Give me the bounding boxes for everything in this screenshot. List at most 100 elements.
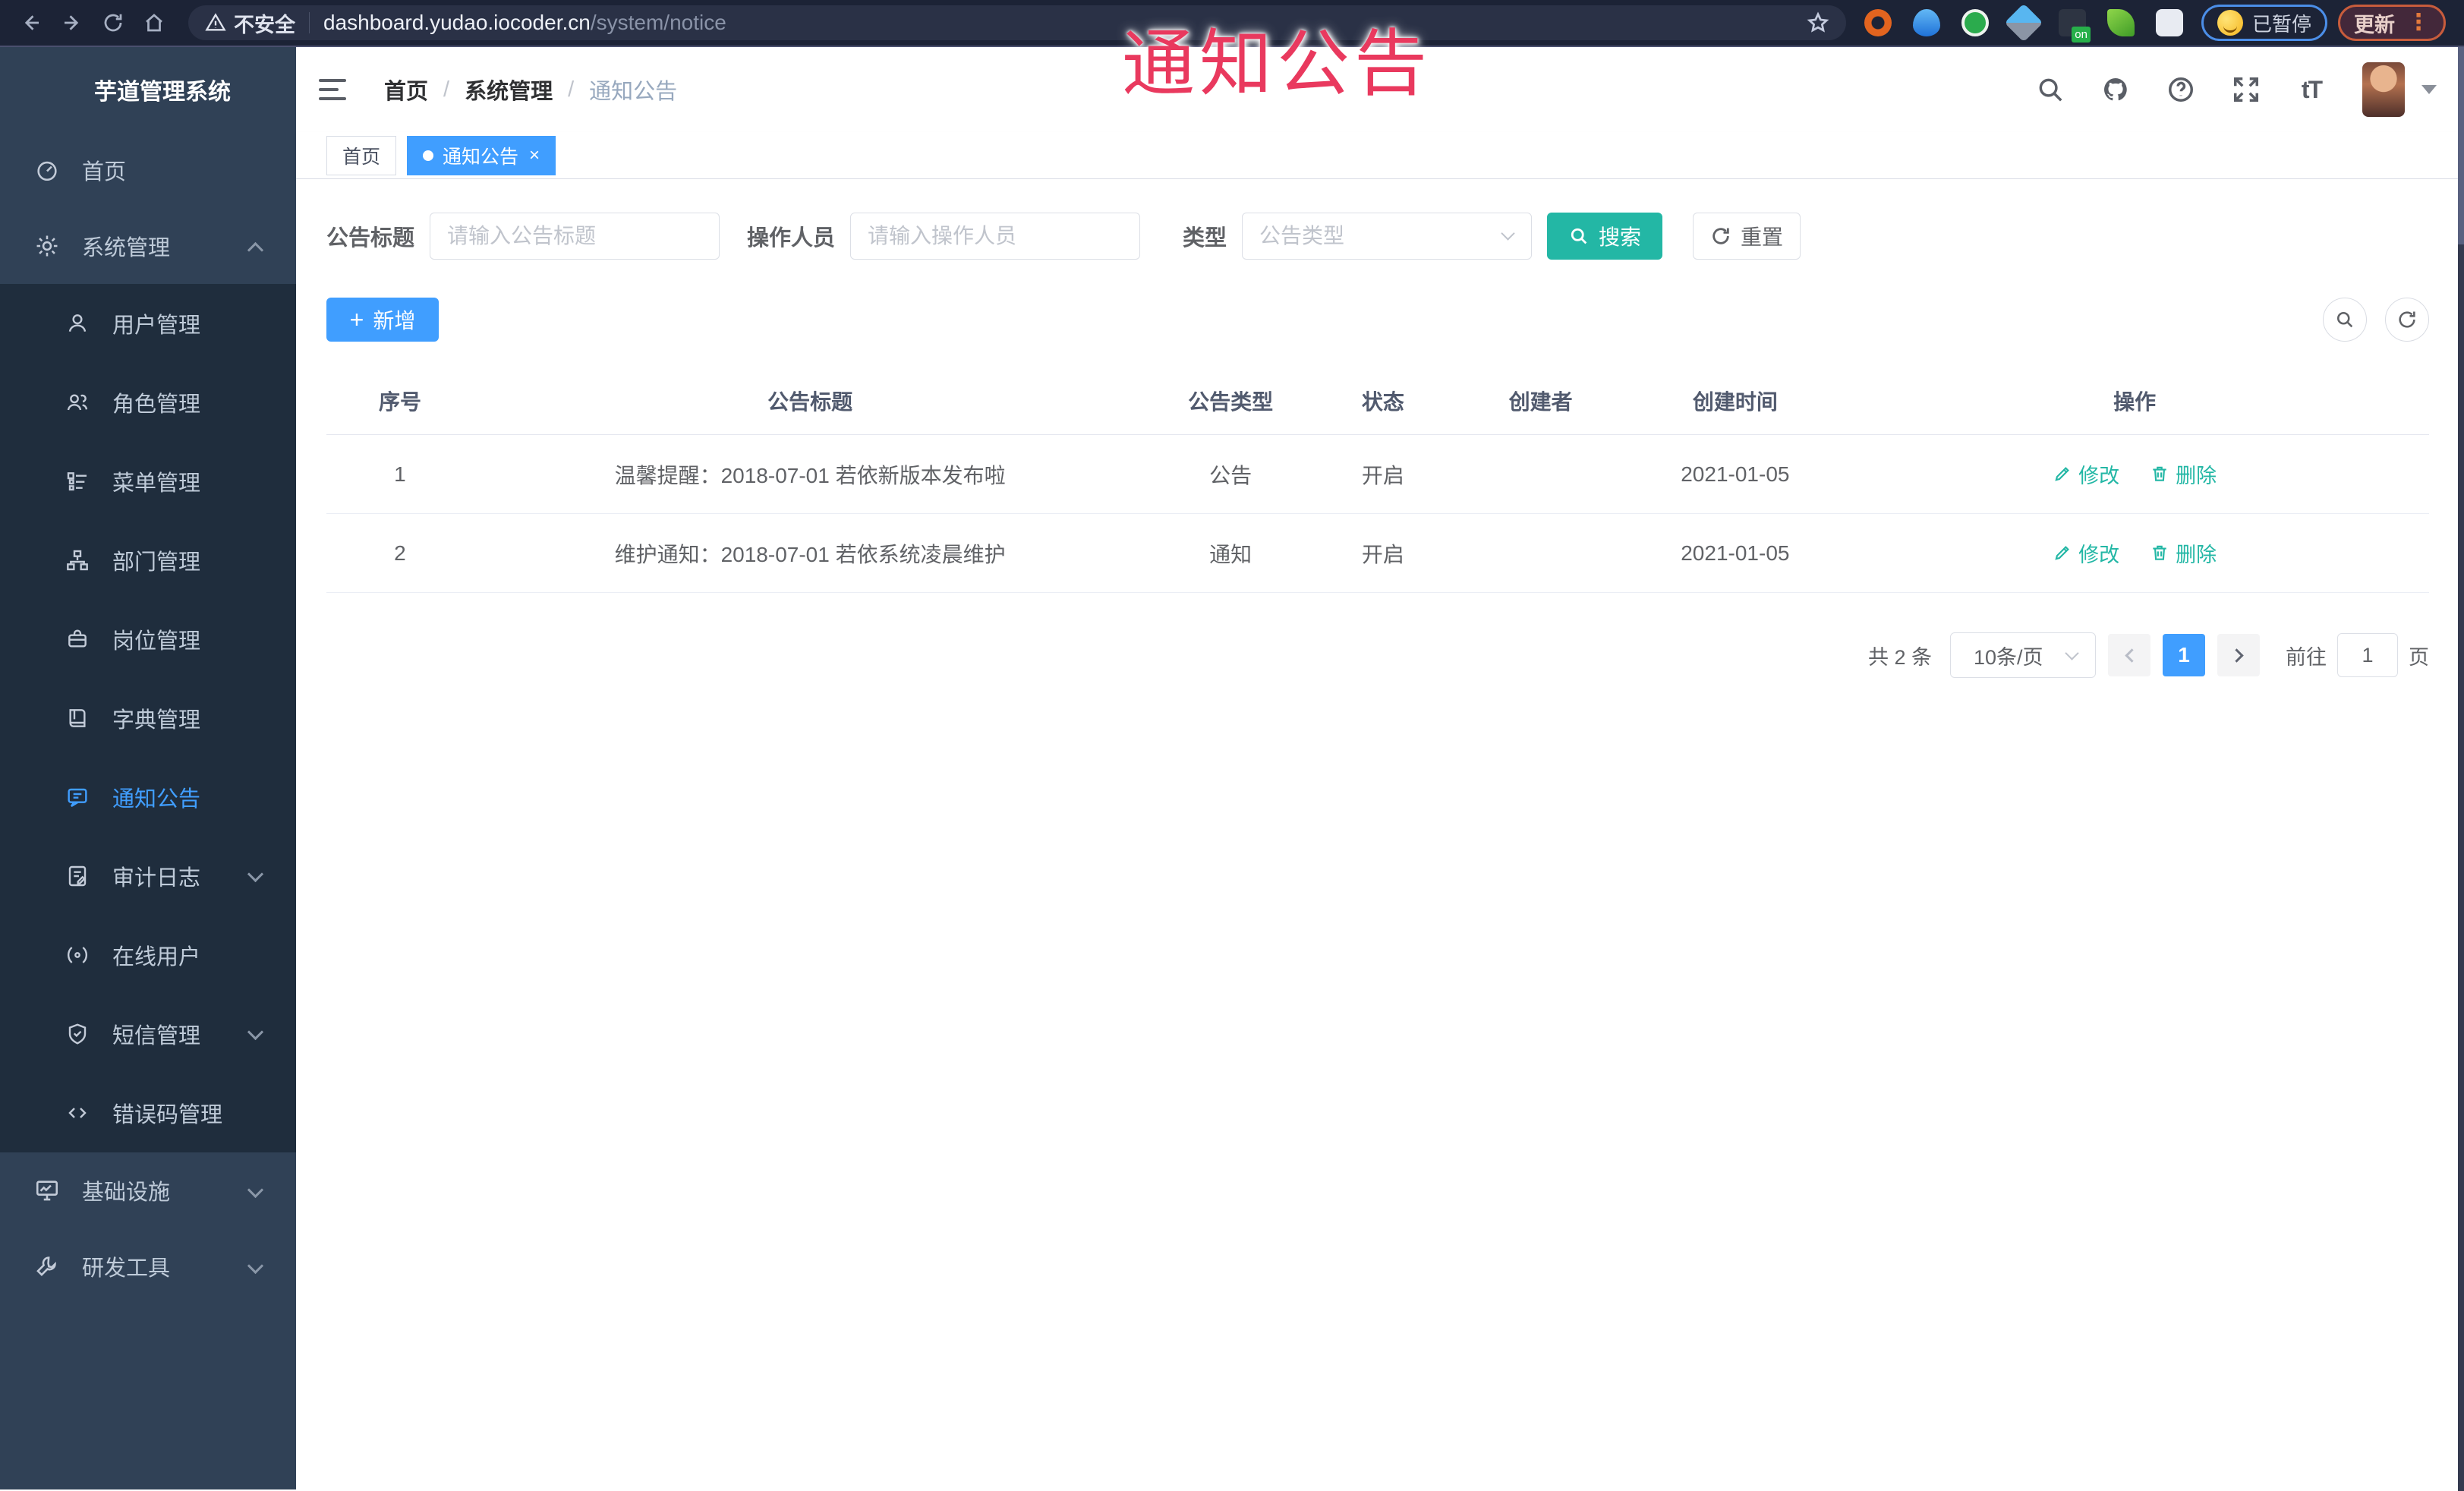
sidebar-item-label: 首页: [82, 160, 127, 184]
sidebar-item-1-7[interactable]: 审计日志: [0, 837, 296, 916]
sidebar-item-1-8[interactable]: 在线用户: [0, 916, 296, 995]
col-header-1: 公告标题: [473, 370, 1147, 435]
url-host[interactable]: dashboard.yudao.iocoder.cn: [323, 11, 591, 35]
delete-link[interactable]: 删除: [2150, 459, 2217, 489]
sidebar-item-label: 审计日志: [112, 866, 201, 891]
operator-filter-input-wrap: [850, 213, 1141, 260]
cell-create_time: 2021-01-05: [1630, 434, 1841, 514]
fullscreen-icon[interactable]: [2229, 72, 2264, 107]
kebab-menu-icon[interactable]: ⋮: [2407, 11, 2430, 33]
breadcrumb-item-2: 通知公告: [589, 80, 678, 104]
delete-link-label: 删除: [2176, 543, 2217, 566]
url-path[interactable]: /system/notice: [591, 11, 726, 35]
sidebar-item-label: 字典管理: [112, 708, 201, 733]
profile-paused-badge[interactable]: 已暂停: [2201, 5, 2327, 41]
hamburger-icon[interactable]: [319, 74, 352, 105]
extension-green-icon[interactable]: [1961, 9, 1989, 36]
monitor-icon: [32, 1177, 62, 1203]
gear-icon: [32, 233, 62, 259]
goto-page-input[interactable]: [2337, 633, 2398, 677]
home-icon[interactable]: [137, 5, 172, 40]
scrollbar-thumb[interactable]: [2458, 47, 2464, 244]
tab-0[interactable]: 首页: [326, 135, 397, 175]
sidebar-item-1-10[interactable]: 错误码管理: [0, 1073, 296, 1152]
security-warning[interactable]: 不安全: [234, 8, 295, 38]
page-size-select[interactable]: 10条/页: [1950, 632, 2096, 678]
edit-link[interactable]: 修改: [2053, 538, 2119, 568]
chevron-right-icon: [2229, 648, 2244, 663]
chevron-down-icon: [247, 865, 264, 883]
profile-emoji-icon: [2217, 10, 2243, 36]
refresh-button[interactable]: [2385, 298, 2429, 342]
cell-type: 通知: [1146, 513, 1315, 593]
window-scrollbar[interactable]: [2458, 47, 2464, 1491]
prev-page-button[interactable]: [2108, 634, 2150, 676]
address-bar[interactable]: 不安全 dashboard.yudao.iocoder.cn /system/n…: [188, 5, 1846, 40]
chevron-down-icon: [247, 1181, 264, 1199]
breadcrumb-separator: /: [568, 77, 575, 102]
sidebar-item-1-9[interactable]: 短信管理: [0, 995, 296, 1073]
sidebar-item-1-1[interactable]: 角色管理: [0, 363, 296, 442]
goto-label: 前往: [2286, 645, 2327, 669]
update-button[interactable]: 更新 ⋮: [2338, 5, 2446, 41]
sidebar-item-0[interactable]: 首页: [0, 132, 296, 208]
delete-link[interactable]: 删除: [2150, 538, 2217, 568]
tab-active-1[interactable]: 通知公告 ×: [407, 135, 556, 175]
title-filter-input-wrap: [430, 213, 720, 260]
help-icon[interactable]: [2163, 72, 2198, 107]
breadcrumb-item-1[interactable]: 系统管理: [465, 74, 553, 106]
sidebar-item-1[interactable]: 系统管理: [0, 208, 296, 284]
sidebar-item-1-4[interactable]: 岗位管理: [0, 600, 296, 679]
breadcrumb-separator: /: [443, 77, 450, 102]
cell-creator: [1451, 434, 1631, 514]
extension-leaf-icon[interactable]: [2106, 9, 2135, 36]
back-icon[interactable]: [14, 5, 49, 40]
tree-icon: [62, 548, 93, 572]
edit-link[interactable]: 修改: [2053, 459, 2119, 489]
sidebar-item-1-2[interactable]: 菜单管理: [0, 442, 296, 521]
cell-no: 2: [326, 513, 474, 593]
sidebar-item-1-5[interactable]: 字典管理: [0, 679, 296, 758]
reload-icon[interactable]: [96, 5, 131, 40]
sidebar-item-3[interactable]: 研发工具: [0, 1228, 296, 1304]
sidebar-item-1-3[interactable]: 部门管理: [0, 521, 296, 600]
reset-button[interactable]: 重置: [1693, 213, 1801, 260]
bookmark-star-icon[interactable]: [1807, 11, 1829, 34]
chevron-down-icon: [247, 1257, 264, 1275]
post-icon: [62, 627, 93, 651]
sidebar-item-label: 系统管理: [82, 236, 171, 260]
dashboard-icon: [32, 157, 62, 183]
extension-dark-on-icon[interactable]: [2058, 9, 2091, 43]
sidebar-item-2[interactable]: 基础设施: [0, 1152, 296, 1228]
toggle-search-button[interactable]: [2323, 298, 2367, 342]
caret-down-icon[interactable]: [2421, 85, 2437, 94]
plus-icon: +: [349, 306, 364, 333]
page-number-1[interactable]: 1: [2163, 634, 2205, 676]
extension-ring-icon[interactable]: [1864, 9, 1892, 36]
extension-gem-icon[interactable]: [2004, 3, 2043, 43]
sidebar-item-1-0[interactable]: 用户管理: [0, 284, 296, 363]
search-icon[interactable]: [2033, 72, 2068, 107]
chevron-up-icon: [247, 241, 264, 259]
search-button[interactable]: 搜索: [1547, 213, 1663, 260]
next-page-button[interactable]: [2217, 634, 2260, 676]
extension-drop-icon[interactable]: [1912, 9, 1940, 36]
breadcrumb-item-0[interactable]: 首页: [384, 74, 428, 106]
type-filter-select[interactable]: [1242, 213, 1533, 260]
sidebar-item-1-6[interactable]: 通知公告: [0, 758, 296, 837]
extensions-puzzle-icon[interactable]: [2155, 9, 2183, 36]
top-navbar: 首页 / 系统管理 / 通知公告 tT: [296, 47, 2464, 132]
title-filter-input[interactable]: [430, 213, 720, 259]
user-avatar[interactable]: [2362, 62, 2405, 117]
user-icon: [62, 311, 93, 336]
github-icon[interactable]: [2098, 72, 2133, 107]
operator-filter-input[interactable]: [851, 213, 1140, 259]
forward-icon[interactable]: [55, 5, 90, 40]
tree-table-icon: [62, 469, 93, 493]
tab-close-icon[interactable]: ×: [529, 146, 540, 165]
sidebar-logo[interactable]: 芋道管理系统: [0, 47, 296, 132]
add-button[interactable]: + 新增: [326, 298, 439, 342]
total-count: 共 2 条: [1867, 645, 1932, 669]
sidebar-item-label: 短信管理: [112, 1024, 201, 1048]
font-size-icon[interactable]: tT: [2294, 72, 2329, 107]
